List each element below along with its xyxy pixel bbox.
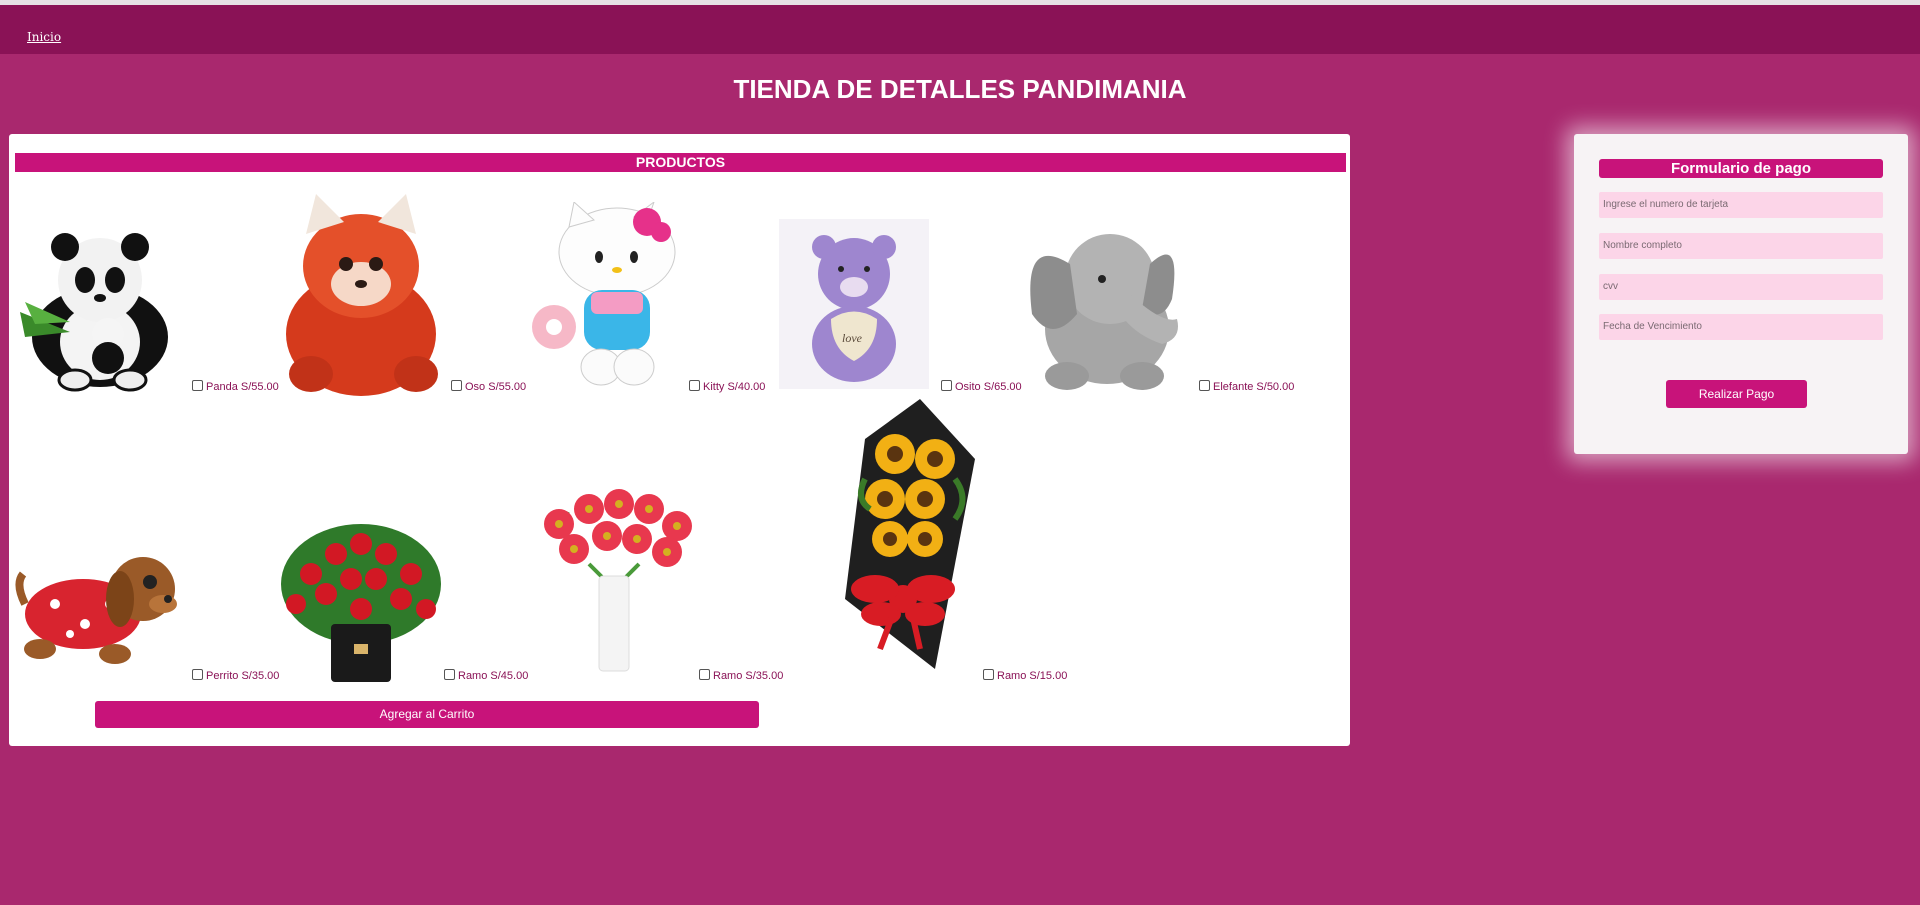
product-checkbox[interactable] — [192, 668, 203, 680]
full-name-input[interactable] — [1599, 233, 1883, 259]
product-label: Kitty S/40.00 — [703, 381, 766, 393]
product-label: Panda S/55.00 — [206, 381, 279, 393]
product-label: Ramo S/35.00 — [713, 670, 784, 682]
product-option-osito[interactable]: Osito S/65.00 — [941, 379, 1022, 393]
product-option-ramo-15[interactable]: Ramo S/15.00 — [983, 668, 1068, 682]
product-card-kitty: Kitty S/40.00 — [529, 194, 779, 394]
nav-home-link[interactable]: Inicio — [27, 30, 61, 44]
product-option-perrito[interactable]: Perrito S/35.00 — [192, 668, 280, 682]
product-option-oso[interactable]: Oso S/55.00 — [451, 379, 527, 393]
product-label: Oso S/55.00 — [465, 381, 527, 393]
products-header: PRODUCTOS — [15, 153, 1346, 172]
hello-kitty-plush-icon — [532, 202, 676, 386]
elephant-plush-icon — [1030, 234, 1178, 390]
product-label: Ramo S/45.00 — [458, 670, 529, 682]
page-title: TIENDA DE DETALLES PANDIMANIA — [733, 74, 1187, 104]
red-panda-plush-icon — [286, 194, 438, 396]
product-checkbox[interactable] — [699, 668, 710, 680]
payment-form-title: Formulario de pago — [1599, 159, 1883, 178]
product-label: Ramo S/15.00 — [997, 670, 1068, 682]
product-label: Elefante S/50.00 — [1213, 381, 1295, 393]
rose-box-bouquet-icon — [281, 524, 441, 682]
product-card-panda: Panda S/55.00 — [15, 194, 279, 394]
product-card-oso: Oso S/55.00 — [276, 194, 527, 396]
product-checkbox[interactable] — [941, 379, 952, 391]
panda-plush-icon — [20, 233, 168, 392]
product-label: Osito S/65.00 — [955, 381, 1022, 393]
product-checkbox[interactable] — [983, 668, 994, 680]
product-card-ramo-rosas: Ramo S/45.00 — [276, 404, 536, 684]
purple-teddy-bear-icon: love — [779, 219, 929, 389]
product-option-elefante[interactable]: Elefante S/50.00 — [1199, 379, 1295, 393]
product-checkbox[interactable] — [1199, 379, 1210, 391]
product-checkbox[interactable] — [451, 379, 462, 391]
product-label: Perrito S/35.00 — [206, 670, 280, 682]
payment-form-panel: Formulario de pago Realizar Pago — [1574, 134, 1908, 454]
sunflower-bouquet-icon — [845, 399, 975, 669]
submit-payment-button[interactable]: Realizar Pago — [1666, 380, 1807, 408]
add-to-cart-button[interactable]: Agregar al Carrito — [95, 701, 759, 728]
puppy-plush-icon — [15, 557, 177, 664]
expiry-date-input[interactable] — [1599, 314, 1883, 340]
gerbera-vase-bouquet-icon — [544, 489, 692, 672]
cvv-input[interactable] — [1599, 274, 1883, 300]
products-panel: PRODUCTOS Panda S/55.00 Oso S/55.00 Kitt… — [9, 134, 1350, 746]
product-card-perrito: Perrito S/35.00 — [15, 404, 279, 684]
product-card-elefante: Elefante S/50.00 — [1022, 194, 1322, 394]
product-checkbox[interactable] — [689, 379, 700, 391]
product-option-ramo-35[interactable]: Ramo S/35.00 — [699, 668, 784, 682]
product-checkbox[interactable] — [192, 379, 203, 391]
product-option-panda[interactable]: Panda S/55.00 — [192, 379, 279, 393]
product-option-kitty[interactable]: Kitty S/40.00 — [689, 379, 766, 393]
navbar: Inicio — [0, 5, 1920, 54]
product-card-ramo-girasoles: Ramo S/15.00 — [779, 399, 1099, 684]
svg-text:love: love — [842, 331, 863, 345]
card-number-input[interactable] — [1599, 192, 1883, 218]
product-card-osito: love Osito S/65.00 — [779, 194, 1029, 394]
product-checkbox[interactable] — [444, 668, 455, 680]
product-card-ramo-gerberas: Ramo S/35.00 — [529, 404, 789, 684]
product-option-ramo-45[interactable]: Ramo S/45.00 — [444, 668, 529, 682]
